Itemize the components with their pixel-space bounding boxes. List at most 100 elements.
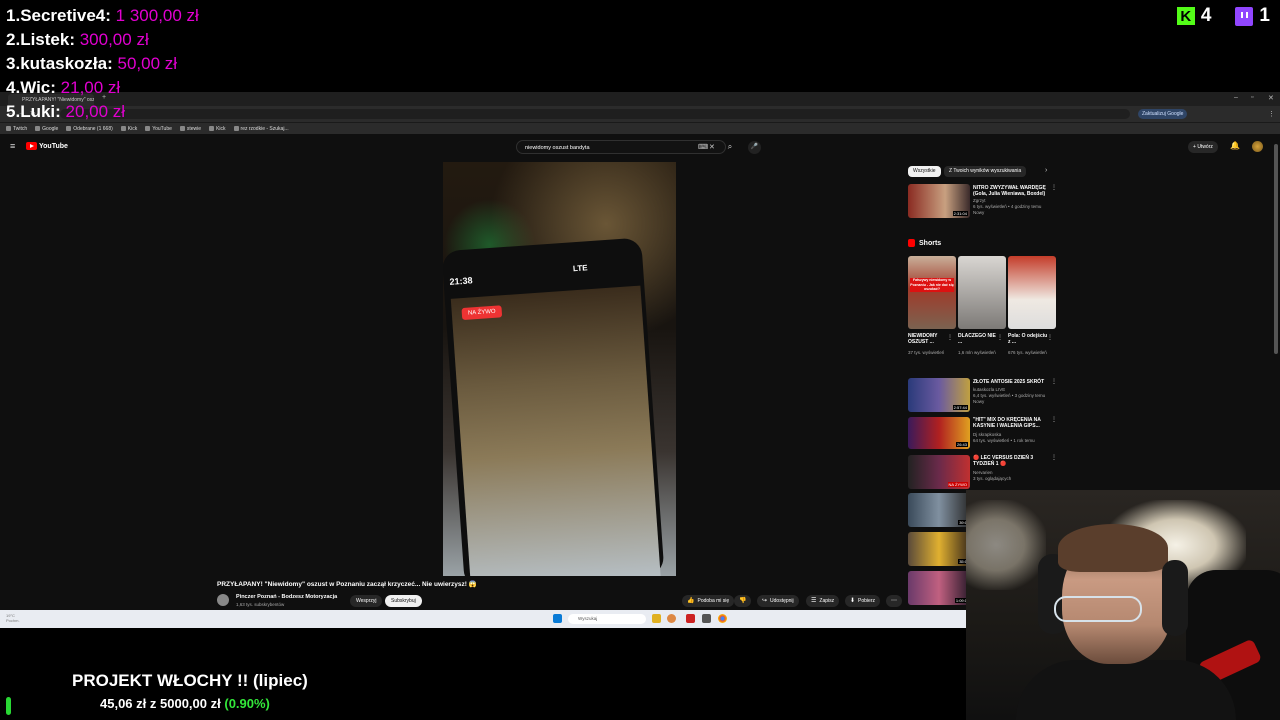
clear-search-icon[interactable]: ✕ <box>709 143 715 151</box>
bookmark[interactable]: Kick <box>120 123 137 134</box>
video-player[interactable]: 21:38 LTE NA ŻYWO <box>443 162 676 576</box>
rec-thumbnail[interactable]: NA ŻYWO <box>908 455 970 489</box>
create-label: Utwórz <box>1197 144 1213 150</box>
donation-row: 3.kutaskozła: 50,00 zł <box>6 52 306 76</box>
share-button[interactable]: ↪ Udostępnij <box>757 595 799 607</box>
bookmark-favicon-icon <box>120 126 126 131</box>
rec-channel: Dj skrapkoska <box>973 432 1002 437</box>
rec-title[interactable]: "HIT" MIX DO KRĘCENIA NA KASYNIE I WALEN… <box>973 417 1047 429</box>
rec-thumbnail[interactable]: 2:31:04 <box>908 184 970 218</box>
close-icon[interactable]: ✕ <box>1268 94 1274 102</box>
shorts-next-chevron-icon[interactable]: › <box>1052 288 1054 295</box>
support-button[interactable]: Wesprzyj <box>350 595 383 607</box>
short-views: 1,6 mln wyświetleń <box>958 350 996 355</box>
rec-title[interactable]: NITRO ZWYZYWAŁ WARDĘGĘ (Gola, Julia Wien… <box>973 185 1047 197</box>
webcam-feed <box>966 490 1280 720</box>
video-title: PRZYŁAPANY! "Niewidomy" oszust w Poznani… <box>217 581 477 588</box>
rec-thumbnail[interactable]: 2:57:44 <box>908 378 970 412</box>
subscribe-button[interactable]: Subskrybuj <box>385 595 422 607</box>
bookmark-favicon-icon <box>145 126 151 131</box>
kick-viewer-count: K4 <box>1176 5 1211 27</box>
taskbar-search-input[interactable]: Wyszukaj <box>568 614 646 624</box>
rec-channel: kutaskozla LIVE <box>973 387 1006 392</box>
glasses-icon <box>1054 596 1142 622</box>
bookmark[interactable]: Odebrane (1 668) <box>66 123 113 134</box>
download-button[interactable]: ⬇ Pobierz <box>845 595 880 607</box>
bookmark-favicon-icon <box>233 126 239 131</box>
more-options-icon[interactable]: ⋮ <box>1051 184 1057 191</box>
more-options-icon[interactable]: ⋮ <box>1051 454 1057 461</box>
short-title[interactable]: Pola: O odejściu z ... <box>1008 333 1048 345</box>
more-actions-button[interactable]: ⋯ <box>886 595 902 607</box>
save-button[interactable]: ☰ Zapisz <box>806 595 840 607</box>
goal-percent: (0.90%) <box>224 696 270 711</box>
bookmark-label: Twitch <box>13 125 28 132</box>
notifications-bell-icon[interactable]: 🔔 <box>1230 141 1240 150</box>
donation-amount: 50,00 zł <box>117 54 178 73</box>
rec-title[interactable]: 🔴 LEC VERSUS DZIEŃ 3 TYDZIEŃ 1 🔴 <box>973 455 1047 467</box>
short-title[interactable]: DLACZEGO NIE ... <box>958 333 998 345</box>
rec-thumbnail[interactable]: 39:0 <box>908 493 970 527</box>
short-title[interactable]: NIEWIDOMY OSZUST ... <box>908 333 948 345</box>
search-input[interactable]: niewidomy oszust bandyta <box>516 140 726 154</box>
share-label: Udostępnij <box>770 598 794 604</box>
streamer-hair <box>1058 524 1168 572</box>
minimize-icon[interactable]: – <box>1234 94 1238 101</box>
bookmark[interactable]: rez rzodkie - Szukaj... <box>233 123 289 134</box>
bookmark[interactable]: Google <box>35 123 58 134</box>
twitch-count: 1 <box>1259 5 1270 26</box>
channel-avatar[interactable] <box>217 594 229 606</box>
bookmark[interactable]: Twitch <box>6 123 27 134</box>
more-options-icon[interactable]: ⋮ <box>1047 334 1053 341</box>
create-button[interactable]: + Utwórz <box>1188 141 1218 153</box>
account-avatar[interactable] <box>1252 141 1263 152</box>
share-icon: ↪ <box>762 598 768 604</box>
file-explorer-icon[interactable] <box>652 614 661 623</box>
windows-start-icon[interactable] <box>553 614 562 623</box>
more-options-icon[interactable]: ⋮ <box>947 334 953 341</box>
bookmark[interactable]: Kick <box>209 123 226 134</box>
phone-time: 21:38 <box>449 275 473 287</box>
hamburger-menu-icon[interactable]: ≡ <box>10 141 15 151</box>
shorts-header: Shorts <box>908 239 941 247</box>
short-thumbnail[interactable]: Fałszywy niewidomy w Poznaniu - Jak nie … <box>908 256 956 329</box>
channel-name[interactable]: Pinczer Poznań - Bodzesz Motoryzacja <box>236 594 337 600</box>
bookmark[interactable]: stewie <box>179 123 201 134</box>
more-options-icon[interactable]: ⋮ <box>1051 416 1057 423</box>
chip-all[interactable]: Wszystkie <box>908 166 941 177</box>
maximize-icon[interactable]: ▫ <box>1251 94 1253 101</box>
app-icon[interactable] <box>702 614 711 623</box>
menu-icon[interactable]: ⋮ <box>1268 110 1275 118</box>
rec-thumbnail[interactable]: 26:43 <box>908 417 970 449</box>
chevron-right-icon[interactable]: › <box>1045 167 1047 174</box>
app-icon[interactable] <box>667 614 676 623</box>
rec-thumbnail[interactable]: 1:09:1 <box>908 571 970 605</box>
more-options-icon[interactable]: ⋮ <box>1051 378 1057 385</box>
donation-row: 5.Luki: 20,00 zł <box>6 100 306 124</box>
donation-amount: 21,00 zł <box>60 78 121 97</box>
chip-from-search[interactable]: Z Twoich wyników wyszukiwania <box>944 166 1027 177</box>
dislike-button[interactable]: 👎 <box>734 595 752 607</box>
search-icon[interactable]: ⌕ <box>721 140 739 154</box>
short-thumbnail[interactable] <box>958 256 1006 329</box>
like-button[interactable]: 👍 Podoba mi się <box>682 595 735 607</box>
keyboard-icon[interactable]: ⌨ <box>698 143 708 151</box>
youtube-header: ≡ YouTube niewidomy oszust bandyta ⌨ ✕ ⌕… <box>0 136 1280 160</box>
short-thumbnail[interactable] <box>1008 256 1056 329</box>
subscriber-count: 1,63 tys. subskrybentów <box>236 602 285 607</box>
donation-rank: 3. <box>6 54 21 73</box>
rec-title[interactable]: ZŁOTE ANTOSIE 2025 SKRÓT <box>973 379 1047 385</box>
weather-widget[interactable]: 19°C Pochm. <box>6 613 20 623</box>
update-button[interactable]: Zaktualizuj Google <box>1138 109 1188 119</box>
video-duration: 26:43 <box>955 442 968 447</box>
goal-title: PROJEKT WŁOCHY !! (lipiec) <box>72 671 308 690</box>
chrome-icon[interactable] <box>718 614 727 623</box>
bookmark[interactable]: YouTube <box>145 123 172 134</box>
app-icon[interactable] <box>686 614 695 623</box>
rec-thumbnail[interactable]: 35:0 <box>908 532 970 566</box>
more-options-icon[interactable]: ⋮ <box>997 334 1003 341</box>
youtube-logo[interactable]: YouTube <box>26 142 68 150</box>
page-scrollbar[interactable] <box>1274 144 1278 354</box>
bookmark-label: YouTube <box>152 125 172 132</box>
microphone-icon[interactable]: 🎤 <box>748 141 761 154</box>
